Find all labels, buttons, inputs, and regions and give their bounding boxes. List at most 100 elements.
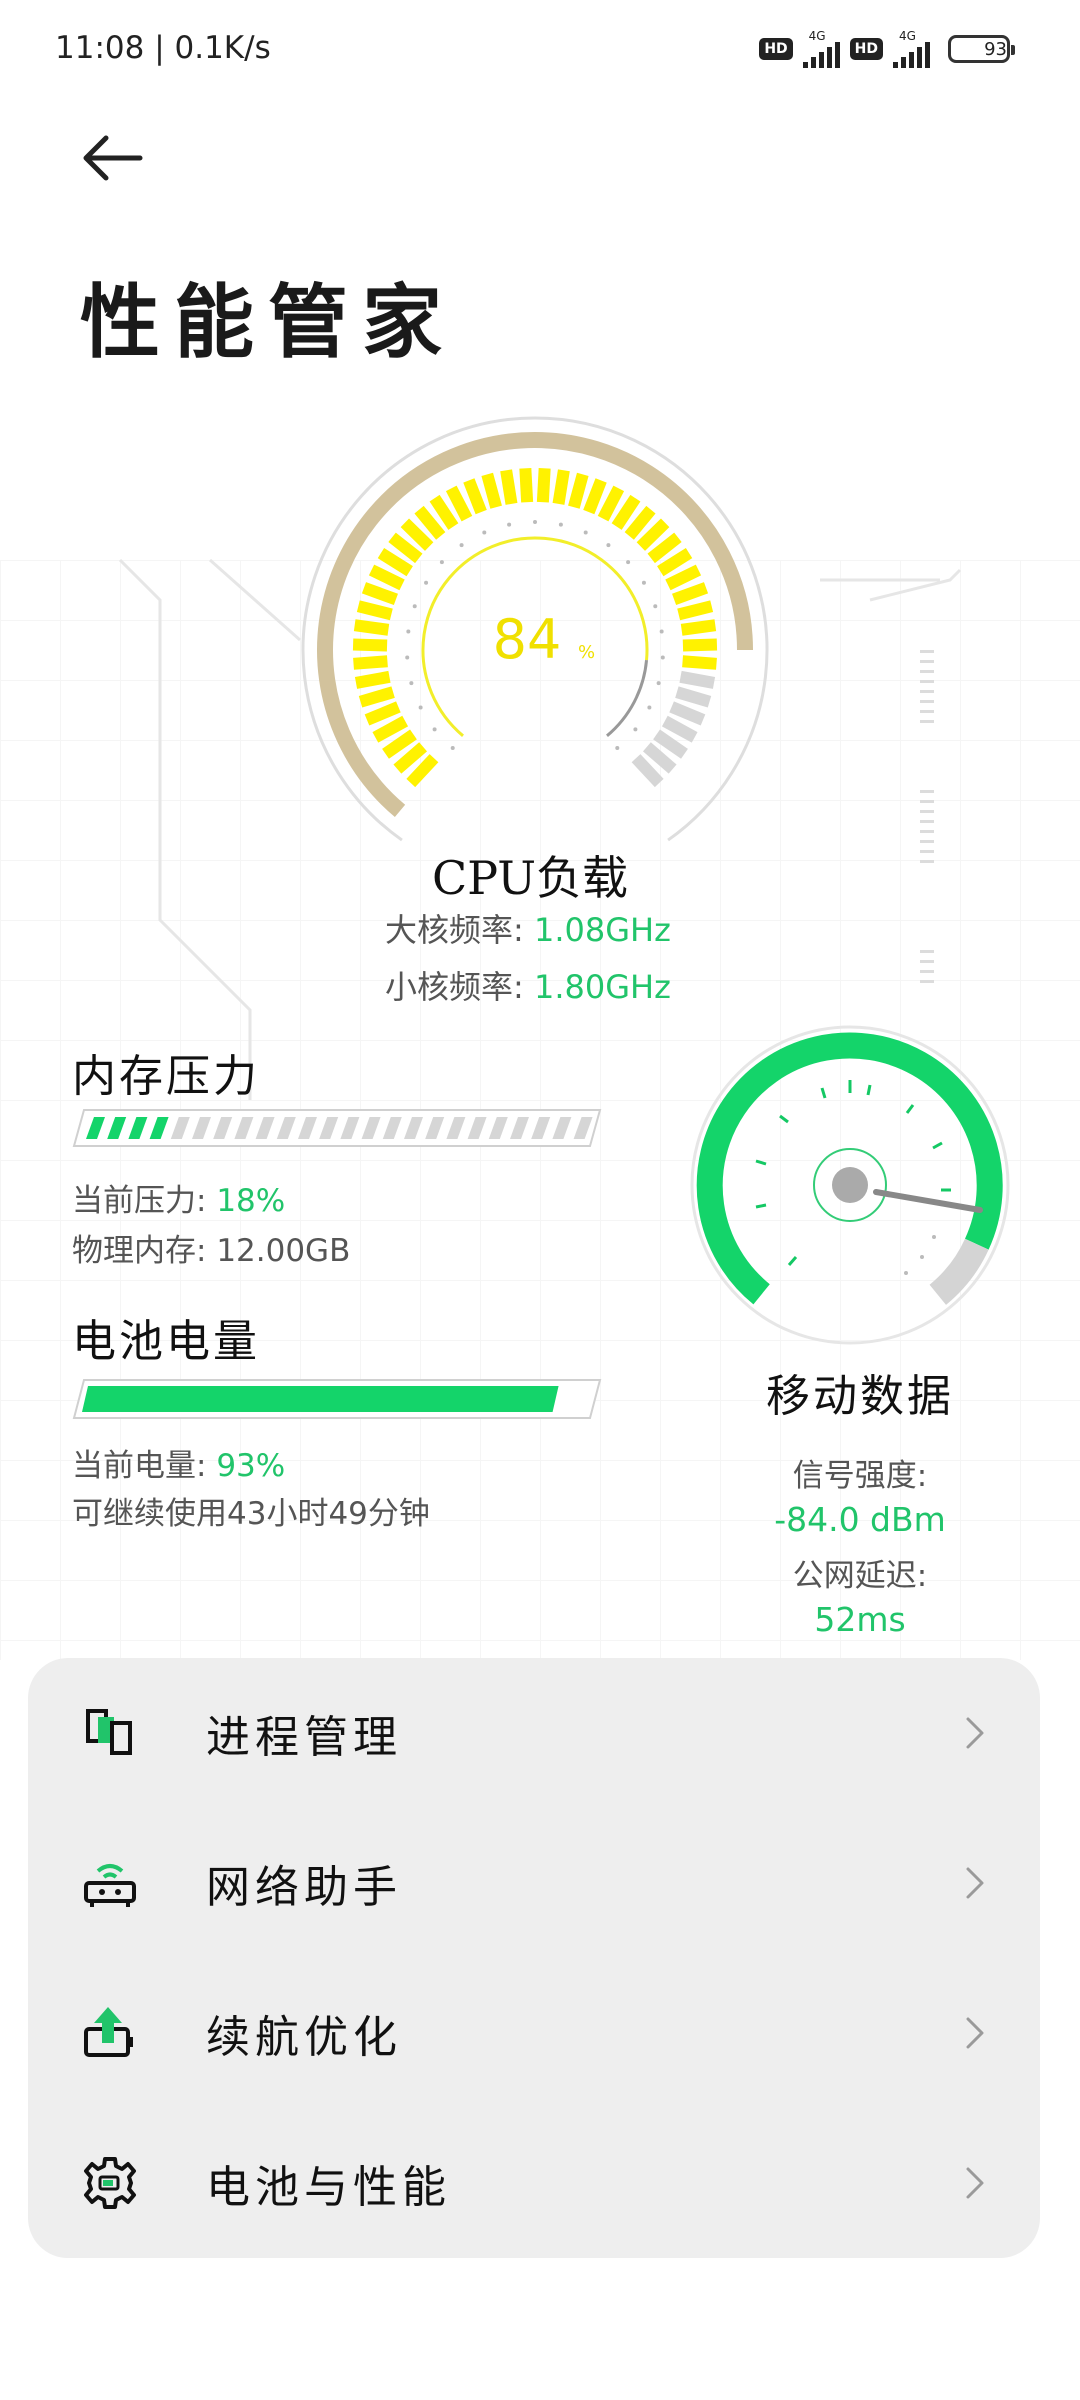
menu-label: 进程管理 <box>206 1712 402 1763</box>
cpu-gauge-segment <box>682 655 717 670</box>
cpu-gauge-segment <box>372 715 409 743</box>
chevron-right-icon <box>966 1867 984 1899</box>
cpu-load-title: CPU负载 <box>431 851 629 905</box>
process-icon <box>86 1709 132 1755</box>
cpu-gauge-segment <box>669 701 706 726</box>
cpu-gauge-segment <box>354 670 391 689</box>
back-arrow-icon[interactable] <box>78 125 148 195</box>
cpu-gauge-dot <box>507 522 512 527</box>
cpu-gauge-dot <box>418 705 423 710</box>
cpu-gauge-dot <box>432 727 437 732</box>
menu-label: 续航优化 <box>206 2012 402 2063</box>
signal-icon-2: 4G <box>893 30 930 68</box>
cpu-load-gauge: 84 % <box>301 416 769 842</box>
memory-pressure-info: 当前压力: 18% <box>72 1183 286 1219</box>
cpu-gauge-dot <box>626 560 631 565</box>
cpu-gauge-dot <box>647 705 652 710</box>
cpu-gauge-segment <box>481 472 502 509</box>
cpu-gauge-segment <box>680 619 717 636</box>
status-icons: HD 4G HD 4G 93 <box>759 30 1015 68</box>
cpu-gauge-segment <box>675 686 712 708</box>
chevron-right-icon <box>966 1717 984 1749</box>
cpu-gauge-segment <box>568 472 589 509</box>
cpu-gauge-dot <box>558 522 563 527</box>
physical-memory-info: 物理内存: 12.00GB <box>72 1233 351 1269</box>
cpu-gauge-segment <box>500 469 518 505</box>
latency-value: 52ms <box>814 1600 906 1639</box>
cpu-gauge-segment <box>429 494 459 530</box>
mobile-data-gauge <box>690 1025 1010 1345</box>
cpu-gauge-segment <box>583 478 607 515</box>
cpu-gauge-segment <box>445 485 473 522</box>
menu-label: 网络助手 <box>206 1862 402 1913</box>
cpu-gauge-dot <box>656 681 661 686</box>
signal-strength-label: 信号强度: <box>792 1458 928 1494</box>
cpu-gauge-segment <box>463 478 487 515</box>
battery-bar-fill <box>82 1386 559 1412</box>
cpu-gauge-dot <box>606 543 611 548</box>
battery-boost-icon <box>84 2007 133 2057</box>
battery-level-info: 当前电量: 93% <box>72 1448 286 1484</box>
memory-pressure-title: 内存压力 <box>72 1051 260 1102</box>
menu-label: 电池与性能 <box>206 2162 451 2213</box>
cpu-gauge-segment <box>352 638 388 652</box>
gear-icon <box>84 2157 136 2209</box>
memory-pressure-bar <box>72 1109 602 1147</box>
menu-item-battery-performance[interactable]: 电池与性能 <box>28 2108 1040 2258</box>
menu-item-battery-optimization[interactable]: 续航优化 <box>28 1958 1040 2108</box>
cpu-gauge-dot <box>439 560 444 565</box>
cpu-gauge-dot <box>533 520 537 524</box>
cpu-gauge-segment <box>552 469 570 505</box>
hd-badge: HD <box>759 38 793 60</box>
cpu-gauge-dot <box>409 681 414 686</box>
cpu-gauge-dot <box>405 655 410 660</box>
cpu-gauge-dot <box>406 629 411 634</box>
cpu-gauge-segment <box>353 655 388 670</box>
cpu-gauge-segment <box>657 548 693 577</box>
cpu-gauge-dot <box>653 604 658 609</box>
status-time: 11:08 | 0.1K/s <box>55 30 271 66</box>
cpu-gauge-segment <box>364 701 401 726</box>
cpu-gauge-dot <box>482 530 487 535</box>
chevron-right-icon <box>966 2167 984 2199</box>
cpu-gauge-segment <box>536 467 551 503</box>
cpu-percent-unit: % <box>578 642 595 663</box>
cpu-gauge-segment <box>682 638 718 652</box>
cpu-gauge-segment <box>661 715 698 743</box>
cpu-gauge-dot <box>583 530 588 535</box>
cpu-gauge-segment <box>611 494 641 530</box>
cpu-gauge-dot <box>450 746 455 751</box>
cpu-gauge-segment <box>361 582 398 606</box>
chevron-right-icon <box>966 2017 984 2049</box>
cpu-gauge-segment <box>665 564 702 591</box>
cpu-gauge-segment <box>353 619 390 636</box>
small-core-frequency: 小核频率: 1.80GHz <box>385 968 671 1006</box>
cpu-gauge-segment <box>358 686 395 708</box>
cpu-gauge-inner-arc-rest <box>606 660 649 737</box>
cpu-gauge-segment <box>368 564 405 591</box>
cpu-gauge-segment <box>356 600 393 621</box>
hd-badge-2: HD <box>849 38 883 60</box>
cpu-gauge-segment <box>519 467 534 503</box>
signal-icon: 4G <box>802 30 840 68</box>
menu-item-network-assistant[interactable]: 网络助手 <box>28 1808 1040 1958</box>
signal-strength-value: -84.0 dBm <box>774 1500 946 1539</box>
cpu-gauge-segment <box>377 548 413 577</box>
battery-icon: 93 <box>948 35 1015 63</box>
cpu-gauge-segment <box>679 670 716 689</box>
cpu-gauge-dot <box>659 629 664 634</box>
battery-level-title: 电池电量 <box>72 1316 260 1367</box>
cpu-gauge-segment <box>672 582 709 606</box>
tools-menu-card: 进程管理 网络助手 续航优化 电池与性能 <box>28 1658 1040 2258</box>
page-title: 性能管家 <box>80 275 456 369</box>
cpu-gauge-dot <box>615 746 620 751</box>
battery-remaining-info: 可继续使用43小时49分钟 <box>72 1496 430 1532</box>
cpu-gauge-dot <box>412 604 417 609</box>
cpu-gauge-segment <box>597 485 625 522</box>
big-core-frequency: 大核频率: 1.08GHz <box>385 911 671 949</box>
router-icon <box>84 1864 136 1907</box>
cpu-gauge-dot <box>633 727 638 732</box>
cpu-gauge-dot <box>459 543 464 548</box>
menu-item-process-management[interactable]: 进程管理 <box>28 1658 1040 1808</box>
battery-level-bar <box>72 1379 602 1419</box>
